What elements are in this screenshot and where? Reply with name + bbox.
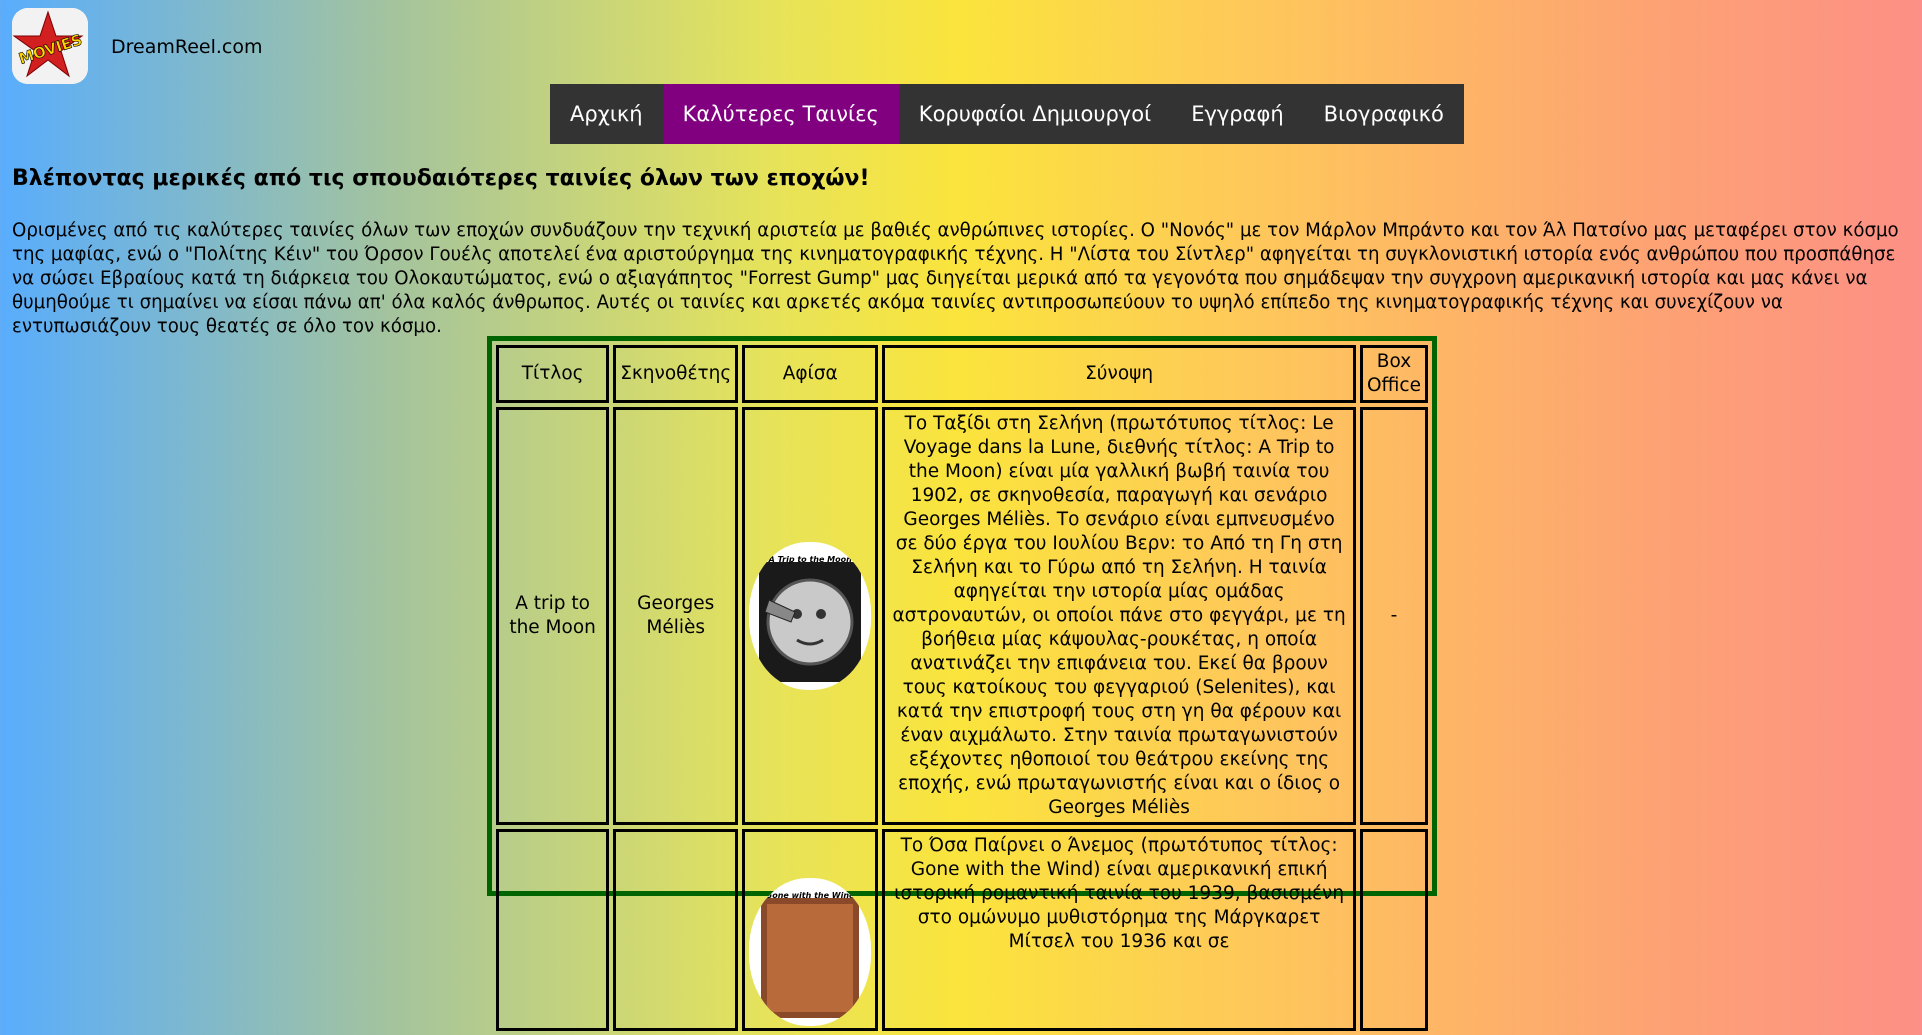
- movies-table-container: Τίτλος Σκηνοθέτης Αφίσα Σύνοψη Box Offic…: [487, 336, 1437, 1031]
- table-row: A trip to the Moon Georges Méliès A Trip…: [496, 407, 1428, 825]
- movies-logo-icon[interactable]: MOVIES: [12, 8, 88, 84]
- poster-image: A Trip to the Moon: [749, 542, 872, 690]
- table-header-row: Τίτλος Σκηνοθέτης Αφίσα Σύνοψη Box Offic…: [496, 345, 1428, 403]
- movie-poster-cell: Gone with the Wind: [742, 829, 879, 1031]
- header-title: Τίτλος: [496, 345, 610, 403]
- intro-paragraph: Ορισμένες από τις καλύτερες ταινίες όλων…: [12, 220, 1899, 337]
- nav-item-register[interactable]: Εγγραφή: [1171, 84, 1303, 144]
- movie-poster-cell: A Trip to the Moon: [742, 407, 879, 825]
- nav-item-best-movies[interactable]: Καλύτερες Ταινίες: [662, 84, 899, 144]
- movie-director: Georges Méliès: [613, 407, 739, 825]
- header-poster: Αφίσα: [742, 345, 879, 403]
- movie-synopsis: Το Όσα Παίρνει ο Άνεμος (πρωτότυπος τίτλ…: [882, 829, 1356, 1031]
- page-title: Βλέποντας μερικές από τις σπουδαιότερες …: [12, 166, 870, 191]
- poster-caption: Gone with the Wind: [765, 891, 855, 900]
- nav-item-bio[interactable]: Βιογραφικό: [1304, 84, 1464, 144]
- movie-title: [496, 829, 610, 1031]
- main-nav: Αρχική Καλύτερες Ταινίες Κορυφαίοι Δημιο…: [550, 84, 1464, 144]
- movie-synopsis: Το Ταξίδι στη Σελήνη (πρωτότυπος τίτλος:…: [882, 407, 1356, 825]
- site-name: DreamReel.com: [111, 36, 263, 58]
- poster-caption: A Trip to the Moon: [768, 555, 852, 564]
- table-row: Gone with the Wind Το Όσα Παίρνει ο Άνεμ…: [496, 829, 1428, 1031]
- poster-image: Gone with the Wind: [749, 878, 872, 1026]
- header-director: Σκηνοθέτης: [613, 345, 739, 403]
- nav-item-home[interactable]: Αρχική: [550, 84, 663, 144]
- header-synopsis: Σύνοψη: [882, 345, 1356, 403]
- movies-table: Τίτλος Σκηνοθέτης Αφίσα Σύνοψη Box Offic…: [492, 341, 1432, 1035]
- movie-box-office: [1359, 829, 1428, 1031]
- nav-item-top-creators[interactable]: Κορυφαίοι Δημιουργοί: [899, 84, 1171, 144]
- movie-box-office: -: [1359, 407, 1428, 825]
- movie-title: A trip to the Moon: [496, 407, 610, 825]
- movie-director: [613, 829, 739, 1031]
- header-box-office: Box Office: [1359, 345, 1428, 403]
